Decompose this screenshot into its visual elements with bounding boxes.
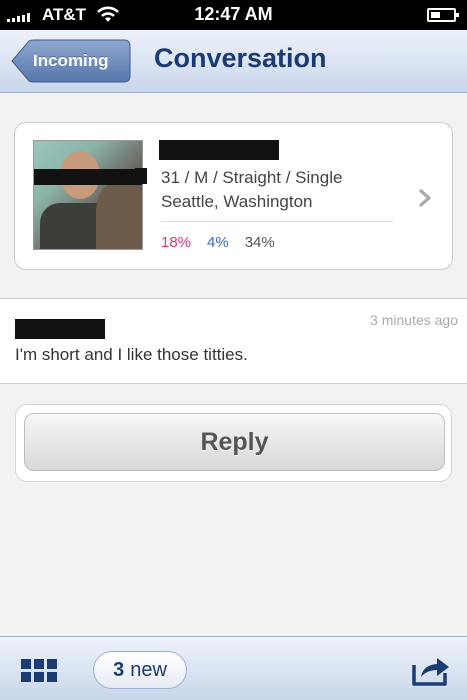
match-stats: 18% 4% 34% bbox=[161, 234, 275, 251]
match-percent: 18% bbox=[161, 234, 192, 251]
status-time: 12:47 AM bbox=[194, 4, 273, 24]
friend-percent: 4% bbox=[207, 234, 229, 251]
navigation-bar: Incoming Conversation bbox=[0, 30, 467, 93]
new-count: 3 bbox=[113, 658, 125, 681]
profile-demographics: 31 / M / Straight / Single bbox=[161, 168, 343, 187]
new-messages-button[interactable]: 3 new bbox=[93, 651, 187, 689]
message-item: 3 minutes ago I'm short and I like those… bbox=[0, 298, 467, 384]
grid-menu-icon[interactable] bbox=[21, 659, 57, 683]
reply-container: Reply bbox=[15, 404, 452, 482]
new-label: new bbox=[130, 658, 167, 681]
reply-button[interactable]: Reply bbox=[24, 413, 445, 471]
page-title: Conversation bbox=[154, 43, 327, 73]
redaction-bar bbox=[135, 168, 147, 184]
back-button-incoming[interactable]: Incoming bbox=[11, 39, 131, 83]
share-icon[interactable] bbox=[411, 653, 451, 687]
avatar bbox=[33, 140, 143, 250]
message-text: I'm short and I like those titties. bbox=[15, 345, 248, 364]
redacted-sender-name bbox=[15, 319, 105, 339]
divider bbox=[161, 221, 393, 222]
profile-location: Seattle, Washington bbox=[161, 192, 313, 211]
profile-card[interactable]: 31 / M / Straight / Single Seattle, Wash… bbox=[14, 122, 453, 270]
chevron-right-icon bbox=[419, 189, 431, 207]
battery-icon bbox=[427, 8, 459, 22]
bottom-toolbar: 3 new bbox=[0, 636, 467, 700]
back-button-label: Incoming bbox=[33, 51, 109, 70]
redacted-username bbox=[159, 140, 279, 160]
enemy-percent: 34% bbox=[244, 234, 275, 251]
profile-details: 31 / M / Straight / Single Seattle, Wash… bbox=[161, 166, 342, 214]
status-bar: AT&T 12:47 AM bbox=[0, 0, 467, 30]
message-timestamp: 3 minutes ago bbox=[370, 312, 458, 328]
